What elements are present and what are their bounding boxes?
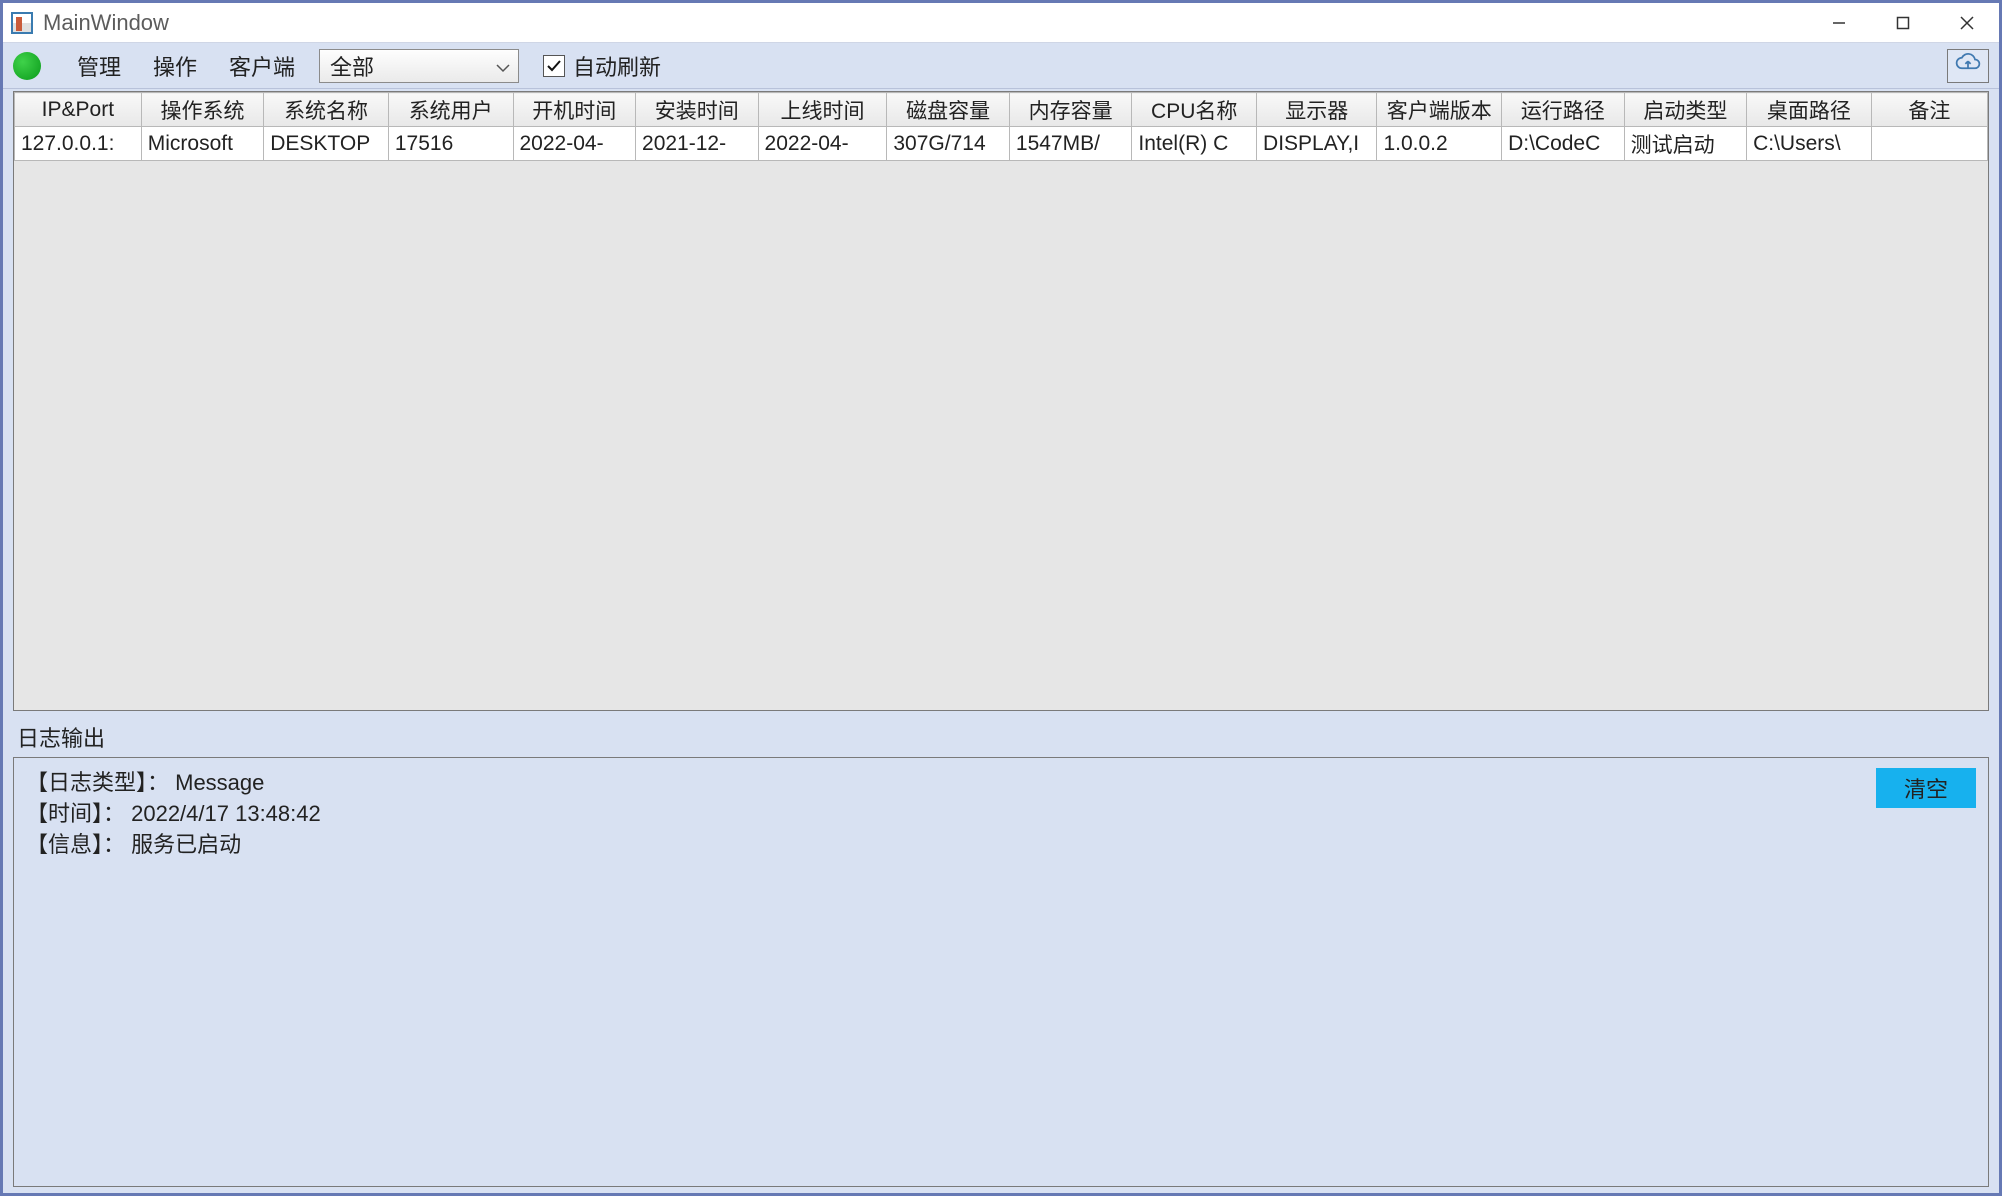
col-client-ver[interactable]: 客户端版本 (1377, 93, 1502, 127)
col-display[interactable]: 显示器 (1257, 93, 1377, 127)
maximize-button[interactable] (1871, 3, 1935, 42)
status-indicator-icon (13, 52, 41, 80)
minimize-button[interactable] (1807, 3, 1871, 42)
col-boot-time[interactable]: 开机时间 (513, 93, 636, 127)
checkbox-box-icon (543, 55, 565, 77)
col-os[interactable]: 操作系统 (141, 93, 264, 127)
titlebar: MainWindow (3, 3, 1999, 43)
col-start-type[interactable]: 启动类型 (1624, 93, 1747, 127)
auto-refresh-checkbox[interactable]: 自动刷新 (543, 50, 661, 82)
col-memory[interactable]: 内存容量 (1009, 93, 1132, 127)
menu-client[interactable]: 客户端 (215, 46, 309, 86)
col-desktop-path[interactable]: 桌面路径 (1747, 93, 1872, 127)
cell-sys-user: 17516 (388, 127, 513, 161)
cell-sys-name: DESKTOP (264, 127, 389, 161)
table-header-row: IP&Port 操作系统 系统名称 系统用户 开机时间 安装时间 上线时间 磁盘… (15, 93, 1988, 127)
cell-install-time: 2021-12- (636, 127, 759, 161)
chevron-down-icon (496, 53, 510, 79)
clear-log-button[interactable]: 清空 (1876, 768, 1976, 808)
col-run-path[interactable]: 运行路径 (1502, 93, 1625, 127)
log-section: 日志输出 【日志类型】： Message 【时间】： 2022/4/17 13:… (13, 721, 1989, 1187)
filter-selected-value: 全部 (330, 50, 374, 82)
log-box: 【日志类型】： Message 【时间】： 2022/4/17 13:48:42… (13, 757, 1989, 1187)
col-remark[interactable]: 备注 (1871, 93, 1987, 127)
app-icon (11, 12, 33, 34)
client-grid[interactable]: IP&Port 操作系统 系统名称 系统用户 开机时间 安装时间 上线时间 磁盘… (13, 91, 1989, 711)
cell-remark (1871, 127, 1987, 161)
table-row[interactable]: 127.0.0.1: Microsoft DESKTOP 17516 2022-… (15, 127, 1988, 161)
menu-manage[interactable]: 管理 (63, 46, 135, 86)
cell-display: DISPLAY,I (1257, 127, 1377, 161)
cell-ip-port: 127.0.0.1: (15, 127, 142, 161)
cell-client-ver: 1.0.0.2 (1377, 127, 1502, 161)
col-disk[interactable]: 磁盘容量 (887, 93, 1010, 127)
log-output: 【日志类型】： Message 【时间】： 2022/4/17 13:48:42… (26, 768, 1876, 1176)
cell-disk: 307G/714 (887, 127, 1010, 161)
main-window: MainWindow 管理 操作 客户端 全部 (2, 2, 2000, 1194)
cloud-upload-button[interactable] (1947, 49, 1989, 83)
auto-refresh-label: 自动刷新 (573, 50, 661, 82)
filter-combobox[interactable]: 全部 (319, 49, 519, 83)
close-button[interactable] (1935, 3, 1999, 42)
cell-boot-time: 2022-04- (513, 127, 636, 161)
menu-action[interactable]: 操作 (139, 46, 211, 86)
toolbar: 管理 操作 客户端 全部 自动刷新 (3, 43, 1999, 89)
cell-desktop-path: C:\Users\ (1747, 127, 1872, 161)
col-sys-user[interactable]: 系统用户 (388, 93, 513, 127)
log-title: 日志输出 (13, 721, 1989, 753)
col-install-time[interactable]: 安装时间 (636, 93, 759, 127)
col-sys-name[interactable]: 系统名称 (264, 93, 389, 127)
col-ip-port[interactable]: IP&Port (15, 93, 142, 127)
cell-memory: 1547MB/ (1009, 127, 1132, 161)
window-title: MainWindow (43, 10, 169, 36)
cell-run-path: D:\CodeC (1502, 127, 1625, 161)
cell-online-time: 2022-04- (758, 127, 887, 161)
col-online-time[interactable]: 上线时间 (758, 93, 887, 127)
cloud-upload-icon (1954, 52, 1982, 80)
col-cpu[interactable]: CPU名称 (1132, 93, 1257, 127)
cell-cpu: Intel(R) C (1132, 127, 1257, 161)
cell-os: Microsoft (141, 127, 264, 161)
window-buttons (1807, 3, 1999, 42)
cell-start-type: 测试启动 (1624, 127, 1747, 161)
